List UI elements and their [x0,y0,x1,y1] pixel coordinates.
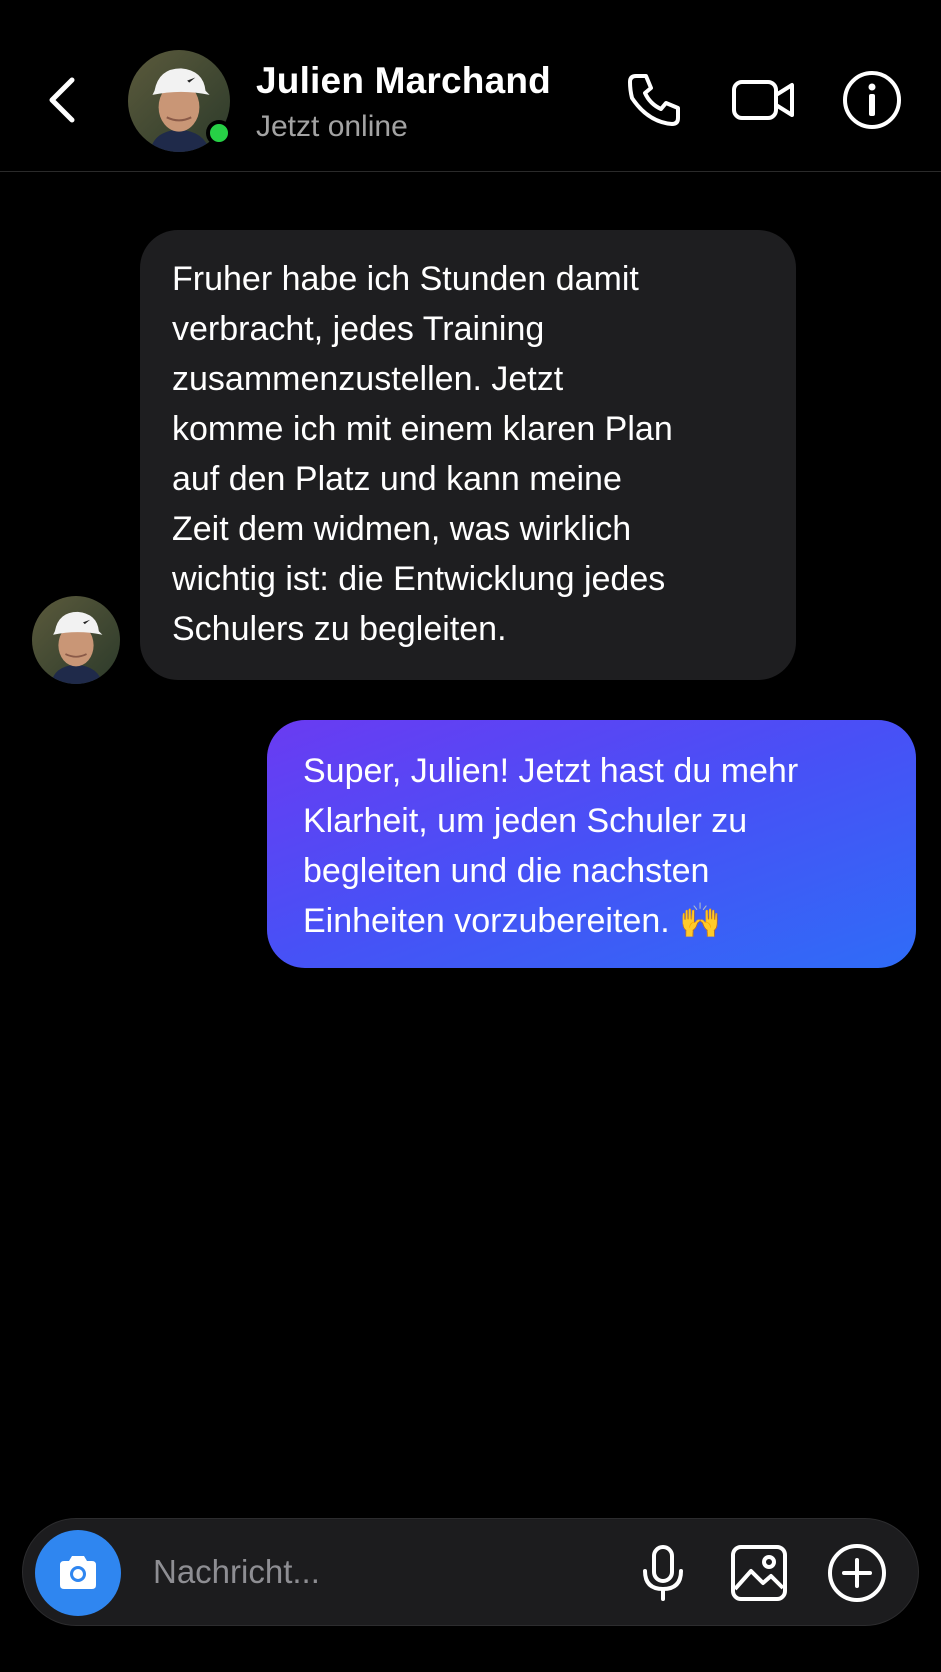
more-options-button[interactable] [825,1541,889,1605]
voice-call-button[interactable] [622,68,686,132]
sender-avatar[interactable] [32,596,120,684]
outgoing-message-bubble[interactable]: Super, Julien! Jetzt hast du mehr Klarhe… [267,720,916,968]
phone-icon [628,74,680,126]
video-call-button[interactable] [730,68,796,132]
info-button[interactable] [840,68,904,132]
image-icon [731,1545,787,1601]
message-input[interactable] [153,1544,593,1600]
camera-button[interactable] [35,1530,121,1616]
info-icon [843,71,901,129]
incoming-message-bubble[interactable]: Fruher habe ich Stunden damit verbracht,… [140,230,796,680]
contact-avatar[interactable] [128,50,232,152]
video-camera-icon [732,80,794,120]
back-button[interactable] [42,70,82,130]
chat-header: Julien Marchand Jetzt online [0,0,941,172]
back-chevron-icon [49,77,75,123]
online-indicator [206,120,232,146]
plus-circle-icon [828,1544,886,1602]
camera-icon [60,1556,96,1589]
message-composer [22,1518,919,1626]
voice-message-button[interactable] [631,1541,695,1605]
contact-name[interactable]: Julien Marchand [256,60,551,102]
message-text: Super, Julien! Jetzt hast du mehr Klarhe… [303,752,799,940]
gallery-button[interactable] [727,1541,791,1605]
microphone-icon [643,1545,683,1601]
contact-status: Jetzt online [256,110,408,143]
message-text: Fruher habe ich Stunden damit verbracht,… [172,260,673,648]
